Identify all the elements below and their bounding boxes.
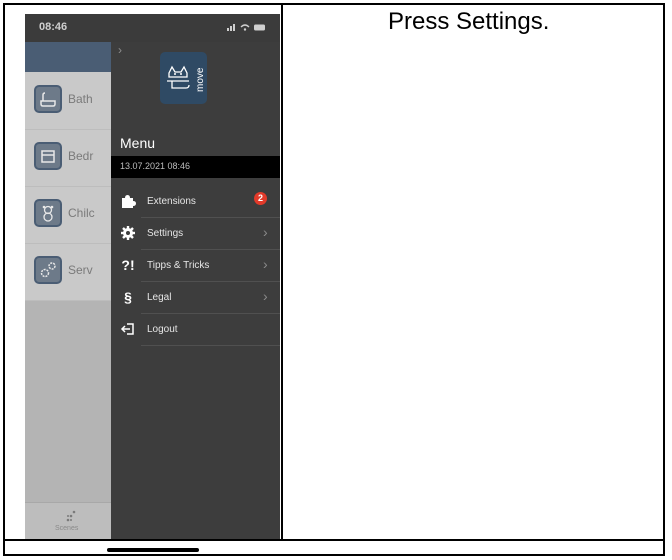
status-time: 08:46 (39, 21, 68, 33)
status-bar: 08:46 (25, 14, 280, 42)
section-sign-icon: § (124, 289, 132, 305)
menu-item-label: Settings (147, 228, 184, 239)
menu-item-label: Legal (147, 292, 172, 303)
side-menu-drawer: › move Menu 13.07.2021 08:46 Extensions … (111, 42, 280, 539)
app-logo: move (160, 52, 207, 104)
gear-icon (120, 225, 136, 241)
chevron-right-icon: › (263, 288, 268, 304)
signal-wifi-battery-icon (227, 24, 265, 31)
phone-screen: 08:46 Bath Bedr Chilc Serv Scenes › move… (25, 14, 280, 539)
list-item[interactable]: Bath (25, 72, 115, 130)
scenes-icon[interactable] (65, 509, 77, 526)
chevron-right-icon: › (263, 224, 268, 240)
menu-item-label: Extensions (147, 196, 196, 207)
cat-logo-icon (167, 65, 190, 89)
teddy-bear-icon (34, 199, 62, 227)
chevron-right-icon[interactable]: › (118, 43, 122, 57)
puzzle-icon (120, 193, 136, 209)
menu-item-settings[interactable]: Settings › (111, 218, 280, 250)
home-indicator[interactable] (107, 548, 199, 552)
list-item-label: Bath (68, 92, 93, 106)
status-icons (227, 22, 267, 34)
list-item-label: Chilc (68, 206, 95, 220)
menu-item-tipps-tricks[interactable]: ?! Tipps & Tricks › (111, 250, 280, 282)
timestamp: 13.07.2021 08:46 (120, 161, 191, 171)
list-item-label: Serv (68, 263, 93, 277)
menu-item-logout[interactable]: Logout (111, 314, 280, 346)
menu-item-label: Logout (147, 324, 178, 335)
notification-badge: 2 (254, 192, 267, 205)
bed-icon (34, 142, 62, 170)
bottom-tab-bar: Scenes (25, 502, 115, 539)
scenes-tab-label[interactable]: Scenes (55, 525, 78, 532)
logo-text: move (195, 67, 206, 92)
panel-divider (281, 3, 283, 540)
logout-icon (120, 321, 136, 337)
list-item[interactable]: Chilc (25, 186, 115, 244)
divider (141, 345, 280, 346)
bottom-border (3, 539, 665, 541)
menu-item-legal[interactable]: § Legal › (111, 282, 280, 314)
background-room-list: Bath Bedr Chilc Serv (25, 72, 115, 301)
timestamp-bar: 13.07.2021 08:46 (111, 156, 280, 178)
list-item-label: Bedr (68, 149, 94, 163)
background-header (25, 42, 115, 72)
menu-item-extensions[interactable]: Extensions 2 (111, 186, 280, 218)
bathtub-icon (34, 85, 62, 113)
gears-icon (34, 256, 62, 284)
list-item[interactable]: Bedr (25, 129, 115, 187)
menu-title: Menu (120, 135, 156, 151)
chevron-right-icon: › (263, 256, 268, 272)
menu-item-label: Tipps & Tricks (147, 260, 210, 271)
question-exclamation-icon: ?! (121, 257, 135, 273)
list-item[interactable]: Serv (25, 243, 115, 301)
instruction-text: Press Settings. (388, 8, 550, 35)
